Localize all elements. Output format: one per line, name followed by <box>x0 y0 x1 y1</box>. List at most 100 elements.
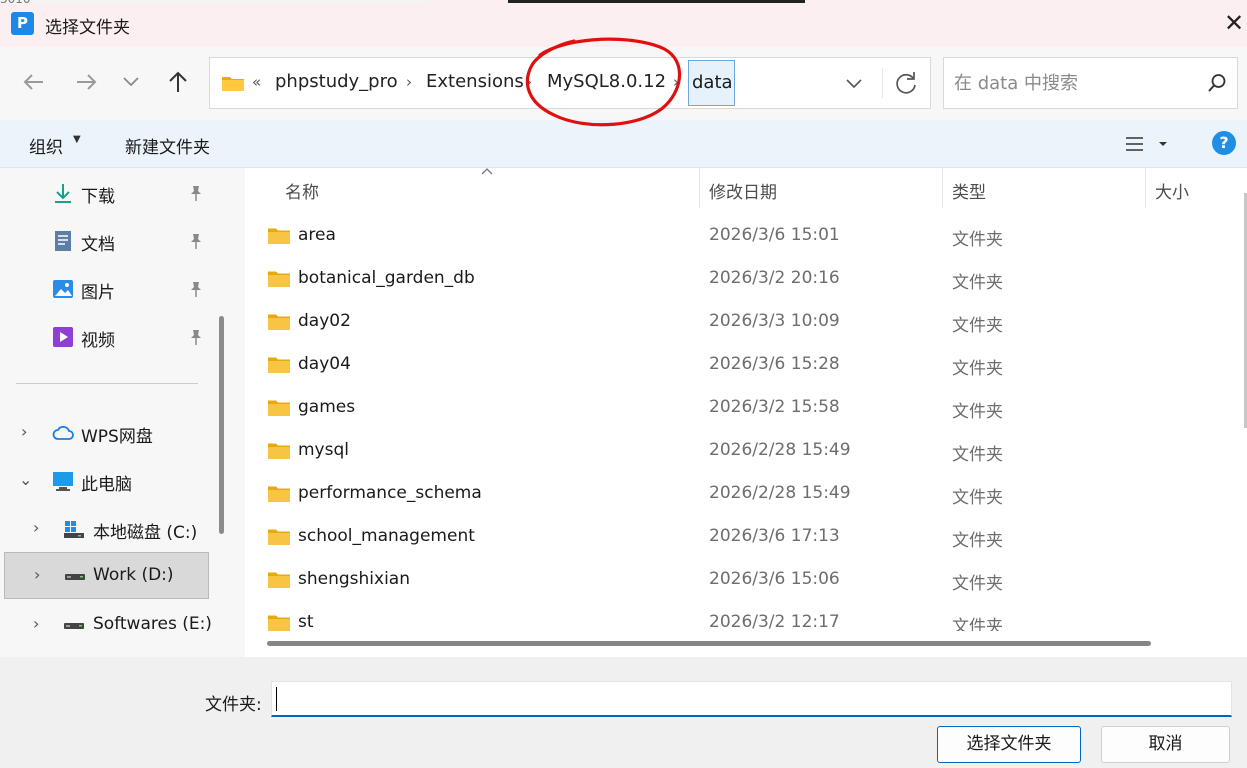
pin-icon[interactable] <box>188 328 204 346</box>
folder-icon <box>268 572 290 588</box>
breadcrumb-current-data[interactable]: data <box>688 60 735 106</box>
column-divider[interactable] <box>699 168 700 208</box>
file-row-day04[interactable]: day04 2026/3/6 15:28 文件夹 <box>257 344 1217 387</box>
close-button[interactable]: ✕ <box>1222 11 1246 37</box>
file-type: 文件夹 <box>952 230 1003 250</box>
breadcrumb-extensions[interactable]: Extensions <box>426 71 524 92</box>
file-modified-date: 2026/3/2 20:16 <box>709 268 840 288</box>
file-row-botanical-garden-db[interactable]: botanical_garden_db 2026/3/2 20:16 文件夹 <box>257 258 1217 301</box>
sidebar-item-label: 视频 <box>81 331 115 351</box>
column-header-date[interactable]: 修改日期 <box>709 178 777 203</box>
sidebar-item-documents[interactable]: 文档 <box>0 218 210 262</box>
folder-field[interactable] <box>271 681 1232 717</box>
sidebar-item-label: 图片 <box>81 283 115 303</box>
sidebar-item-pictures[interactable]: 图片 <box>0 266 210 310</box>
search-input[interactable] <box>954 71 1194 95</box>
breadcrumb-separator[interactable]: › <box>406 73 412 91</box>
dialog-title: 选择文件夹 <box>45 18 130 38</box>
file-type: 文件夹 <box>952 402 1003 422</box>
address-history-button[interactable] <box>840 70 868 96</box>
file-list: 名称 修改日期 类型 大小 area 2026/3/6 15:01 文件夹 botan… <box>237 168 1247 657</box>
file-row-area[interactable]: area 2026/3/6 15:01 文件夹 <box>257 215 1217 258</box>
recent-locations-button[interactable] <box>114 65 148 99</box>
back-button[interactable] <box>17 65 51 99</box>
file-modified-date: 2026/3/2 15:58 <box>709 397 840 417</box>
navigation-bar: « phpstudy_pro › Extensions › MySQL8.0.1… <box>0 47 1247 120</box>
sidebar-scrollbar[interactable] <box>219 316 224 534</box>
sidebar-item-wps-cloud[interactable]: › WPS网盘 <box>0 410 210 454</box>
up-button[interactable] <box>161 65 195 99</box>
title-bar: 3010 P 选择文件夹 ✕ <box>0 0 1247 47</box>
column-divider[interactable] <box>942 168 943 208</box>
column-header-type[interactable]: 类型 <box>952 178 986 203</box>
file-row-performance-schema[interactable]: performance_schema 2026/2/28 15:49 文件夹 <box>257 473 1217 516</box>
file-name: shengshixian <box>298 569 410 589</box>
pin-icon[interactable] <box>188 232 204 250</box>
folder-icon <box>268 529 290 545</box>
sidebar-item-drive-d[interactable]: › Work (D:) <box>4 552 209 599</box>
dialog-footer: 文件夹: 选择文件夹 取消 <box>0 657 1247 768</box>
new-folder-button[interactable]: 新建文件夹 <box>125 133 210 158</box>
file-modified-date: 2026/3/6 15:28 <box>709 354 840 374</box>
breadcrumb-phpstudy-pro[interactable]: phpstudy_pro <box>275 71 398 92</box>
chevron-right-icon[interactable]: › <box>33 518 47 538</box>
sort-ascending-icon <box>481 168 493 175</box>
windows-drive-icon <box>64 521 84 538</box>
breadcrumb-separator[interactable]: › <box>526 73 532 91</box>
sidebar-item-drive-c[interactable]: › 本地磁盘 (C:) <box>0 506 210 550</box>
file-name: games <box>298 397 356 417</box>
breadcrumb-mysql[interactable]: MySQL8.0.12 <box>547 71 666 92</box>
chevron-right-icon[interactable]: › <box>21 422 35 442</box>
pane-gap <box>237 168 245 657</box>
chevron-down-icon <box>846 79 862 89</box>
navigation-pane: 下载 文档 图片 视频 › WPS网盘 ⌄ 此电脑 › 本地磁盘 (C:) › … <box>0 168 237 657</box>
file-type: 文件夹 <box>952 488 1003 508</box>
file-row-day02[interactable]: day02 2026/3/3 10:09 文件夹 <box>257 301 1217 344</box>
view-options-button[interactable] <box>1124 130 1172 158</box>
file-name: day02 <box>298 311 351 331</box>
caret-down-icon: ▼ <box>73 134 81 145</box>
sidebar-item-drive-e[interactable]: › Softwares (E:) <box>0 602 212 646</box>
file-name: botanical_garden_db <box>298 268 475 288</box>
file-row-games[interactable]: games 2026/3/2 15:58 文件夹 <box>257 387 1217 430</box>
background-window-text: 3010 <box>0 0 31 6</box>
file-row-school-management[interactable]: school_management 2026/3/6 17:13 文件夹 <box>257 516 1217 559</box>
column-divider[interactable] <box>1145 168 1146 208</box>
file-modified-date: 2026/3/6 17:13 <box>709 526 840 546</box>
file-row-shengshixian[interactable]: shengshixian 2026/3/6 15:06 文件夹 <box>257 559 1217 602</box>
chevron-down-icon[interactable]: ⌄ <box>19 470 33 490</box>
file-name: mysql <box>298 440 349 460</box>
document-icon <box>55 231 71 251</box>
select-folder-button[interactable]: 选择文件夹 <box>937 726 1081 763</box>
chevron-right-icon[interactable]: › <box>33 614 47 634</box>
pin-icon[interactable] <box>188 280 204 298</box>
folder-icon <box>222 77 244 91</box>
search-icon[interactable] <box>1207 73 1227 93</box>
forward-button[interactable] <box>69 65 103 99</box>
sidebar-item-videos[interactable]: 视频 <box>0 314 210 358</box>
folder-icon <box>268 443 290 459</box>
column-header-name[interactable]: 名称 <box>285 178 319 203</box>
arrow-up-icon <box>169 71 187 92</box>
pin-icon[interactable] <box>188 184 204 202</box>
refresh-button[interactable] <box>882 68 926 98</box>
file-row-mysql[interactable]: mysql 2026/2/28 15:49 文件夹 <box>257 430 1217 473</box>
folder-input[interactable] <box>278 687 1218 711</box>
sidebar-divider <box>16 383 198 384</box>
address-bar[interactable]: « phpstudy_pro › Extensions › MySQL8.0.1… <box>209 57 931 109</box>
breadcrumb-overflow[interactable]: « <box>252 73 261 91</box>
sidebar-item-this-pc[interactable]: ⌄ 此电脑 <box>0 458 210 502</box>
cancel-button[interactable]: 取消 <box>1101 726 1230 763</box>
search-box[interactable] <box>943 57 1238 109</box>
chevron-right-icon[interactable]: › <box>34 565 48 585</box>
help-button[interactable]: ? <box>1212 131 1236 155</box>
file-name: day04 <box>298 354 351 374</box>
sidebar-item-downloads[interactable]: 下载 <box>0 170 210 214</box>
horizontal-scrollbar[interactable] <box>267 641 1151 646</box>
breadcrumb-separator[interactable]: › <box>673 73 679 91</box>
column-header-size[interactable]: 大小 <box>1155 178 1189 203</box>
organize-menu[interactable]: 组织 <box>29 133 63 158</box>
folder-icon <box>268 486 290 502</box>
file-type: 文件夹 <box>952 531 1003 551</box>
refresh-icon <box>896 72 916 94</box>
